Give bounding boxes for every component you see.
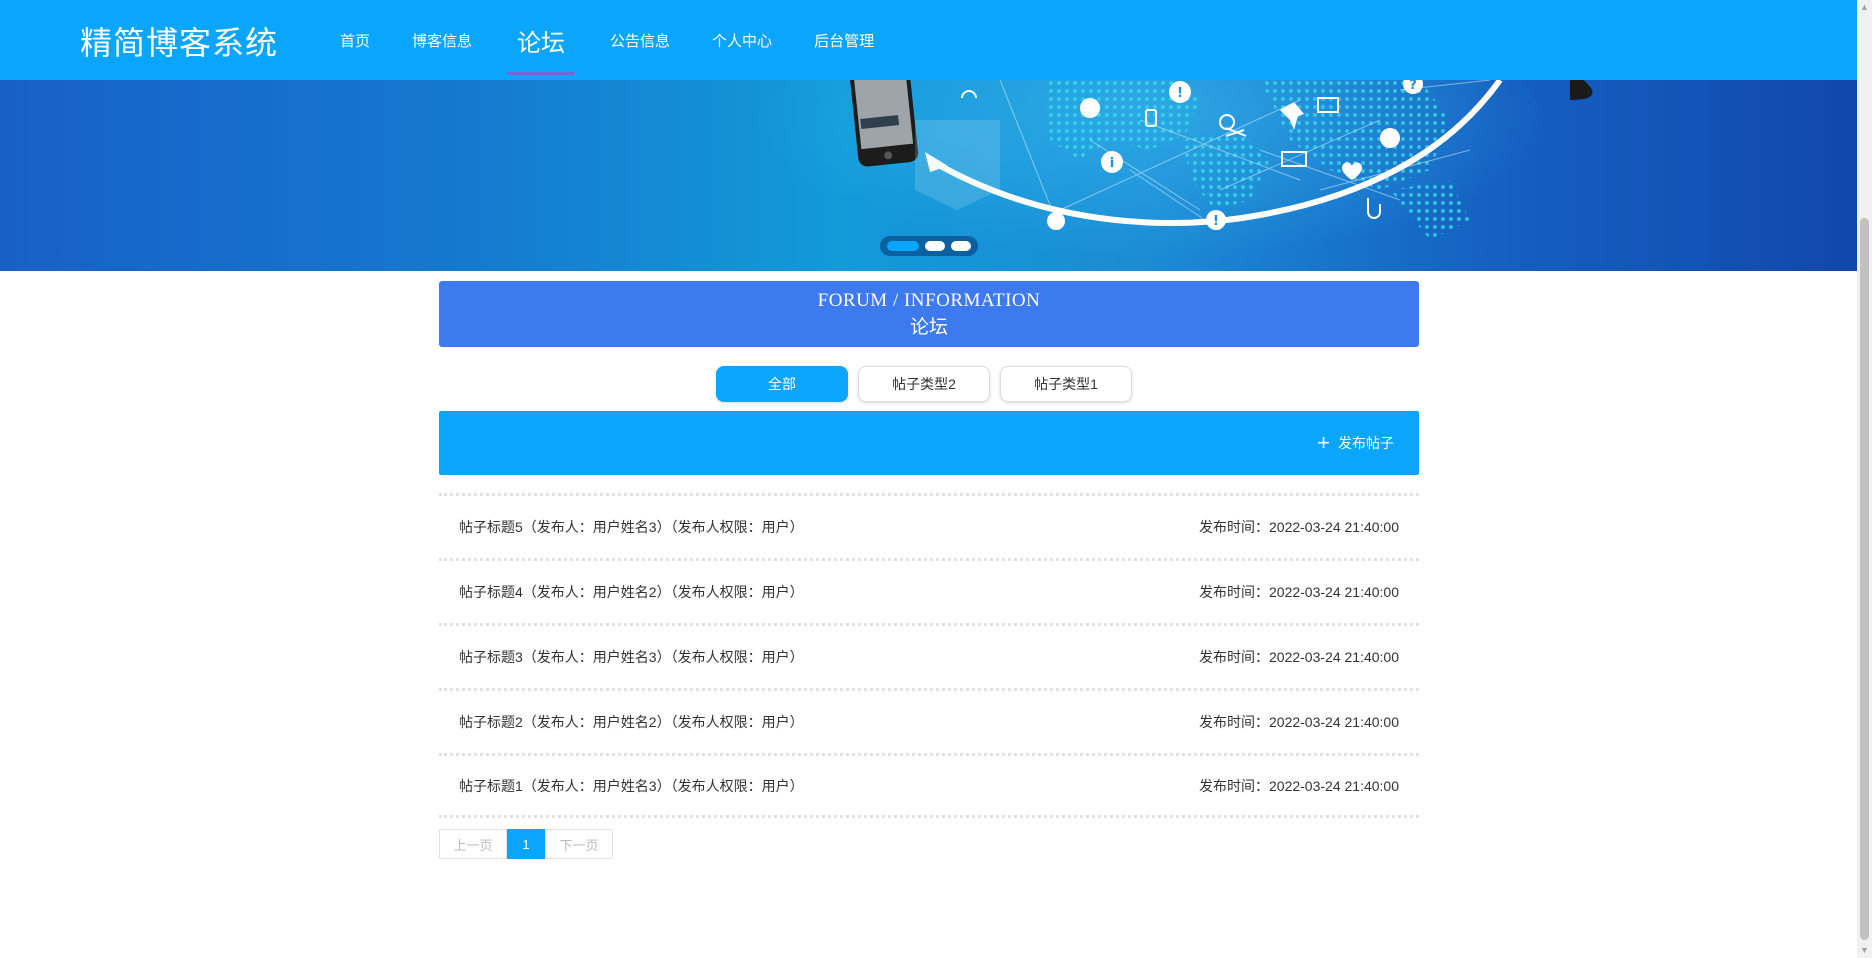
svg-text:!: !	[1213, 214, 1219, 229]
banner-carousel[interactable]: ! ! i ?	[0, 80, 1857, 271]
section-title-cn: 论坛	[909, 317, 948, 338]
plus-icon: +	[1317, 430, 1330, 455]
nav-item-profile[interactable]: 个人中心	[692, 0, 792, 80]
vertical-scrollbar[interactable]: ▲ ▼	[1857, 0, 1872, 958]
section-title-en: FORUM / INFORMATION	[817, 290, 1041, 311]
post-row[interactable]: 帖子标题4（发布人：用户姓名2）（发布人权限：用户） 发布时间：2022-03-…	[439, 558, 1419, 623]
nav-item-notice[interactable]: 公告信息	[590, 0, 690, 80]
nav-item-blog[interactable]: 博客信息	[392, 0, 492, 80]
post-title: 帖子标题2（发布人：用户姓名2）（发布人权限：用户）	[459, 714, 804, 730]
carousel-dot-1[interactable]	[887, 241, 919, 251]
svg-text:!: !	[1177, 86, 1183, 101]
page: 精简博客系统 首页 博客信息 论坛 公告信息 个人中心 后台管理 ! ! i ?…	[0, 0, 1872, 958]
scrollbar-thumb[interactable]	[1860, 218, 1869, 940]
post-row[interactable]: 帖子标题1（发布人：用户姓名3）（发布人权限：用户） 发布时间：2022-03-…	[439, 753, 1419, 818]
scroll-down-icon[interactable]: ▼	[1857, 943, 1872, 958]
category-tabs: 全部 帖子类型2 帖子类型1	[716, 366, 1132, 402]
tab-type-2[interactable]: 帖子类型2	[858, 366, 990, 402]
nav-item-home[interactable]: 首页	[320, 0, 390, 80]
main-nav: 首页 博客信息 论坛 公告信息 个人中心 后台管理	[320, 0, 896, 80]
post-list: 帖子标题5（发布人：用户姓名3）（发布人权限：用户） 发布时间：2022-03-…	[439, 493, 1419, 818]
carousel-dot-2[interactable]	[925, 241, 945, 251]
post-row[interactable]: 帖子标题3（发布人：用户姓名3）（发布人权限：用户） 发布时间：2022-03-…	[439, 623, 1419, 688]
post-time: 发布时间：2022-03-24 21:40:00	[1199, 649, 1399, 665]
carousel-indicators	[880, 236, 978, 256]
post-title: 帖子标题5（发布人：用户姓名3）（发布人权限：用户）	[459, 519, 804, 535]
scroll-up-icon[interactable]: ▲	[1857, 0, 1872, 15]
site-brand[interactable]: 精简博客系统	[80, 18, 278, 64]
post-row[interactable]: 帖子标题2（发布人：用户姓名2）（发布人权限：用户） 发布时间：2022-03-…	[439, 688, 1419, 753]
post-time: 发布时间：2022-03-24 21:40:00	[1199, 777, 1399, 794]
next-page-button[interactable]: 下一页	[545, 829, 613, 859]
post-row[interactable]: 帖子标题5（发布人：用户姓名3）（发布人权限：用户） 发布时间：2022-03-…	[439, 493, 1419, 558]
nav-item-admin[interactable]: 后台管理	[794, 0, 894, 80]
publish-post-button[interactable]: + 发布帖子	[1317, 430, 1394, 455]
tab-type-1[interactable]: 帖子类型1	[1000, 366, 1132, 402]
page-number-button[interactable]: 1	[507, 829, 545, 859]
post-time: 发布时间：2022-03-24 21:40:00	[1199, 519, 1399, 535]
svg-text:?: ?	[1409, 80, 1417, 93]
svg-text:i: i	[1110, 156, 1114, 171]
pagination: 上一页 1 下一页	[439, 829, 613, 859]
nav-item-forum[interactable]: 论坛	[494, 0, 588, 80]
post-time: 发布时间：2022-03-24 21:40:00	[1199, 714, 1399, 730]
post-title: 帖子标题4（发布人：用户姓名2）（发布人权限：用户）	[459, 584, 804, 600]
top-header: 精简博客系统 首页 博客信息 论坛 公告信息 个人中心 后台管理	[0, 0, 1857, 80]
post-title: 帖子标题3（发布人：用户姓名3）（发布人权限：用户）	[459, 649, 804, 665]
post-time: 发布时间：2022-03-24 21:40:00	[1199, 584, 1399, 600]
carousel-dot-3[interactable]	[951, 241, 971, 251]
publish-post-label: 发布帖子	[1338, 435, 1394, 451]
tab-all[interactable]: 全部	[716, 366, 848, 402]
prev-page-button[interactable]: 上一页	[439, 829, 507, 859]
action-bar: + 发布帖子	[439, 411, 1419, 475]
section-title: FORUM / INFORMATION 论坛	[439, 281, 1419, 347]
post-title: 帖子标题1（发布人：用户姓名3）（发布人权限：用户）	[459, 777, 804, 794]
